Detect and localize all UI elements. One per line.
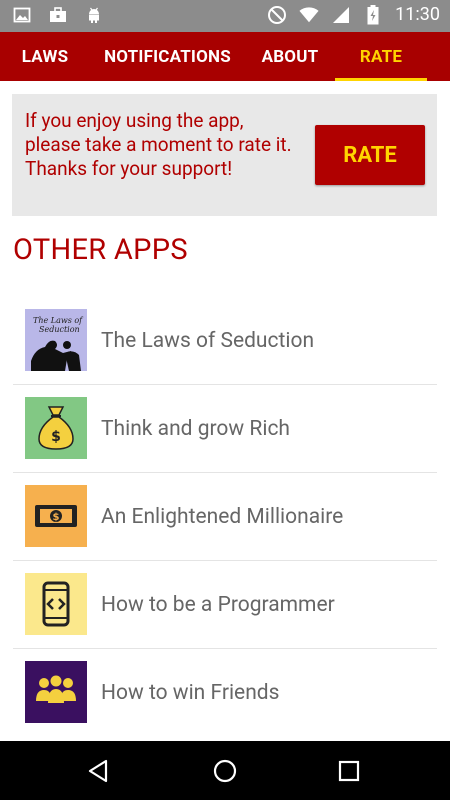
wifi-icon [299,5,319,25]
rate-message-line1: If you enjoy using the app, please take … [25,109,292,156]
other-apps-title: OTHER APPS [13,233,188,267]
status-time: 11:30 [395,4,440,25]
status-right-icons: 11:30 [267,4,440,25]
back-button[interactable] [69,741,129,800]
svg-text:$: $ [51,429,61,445]
home-button[interactable] [195,741,255,800]
rate-message-line2: Thanks for your support! [25,157,233,180]
home-icon [213,759,237,782]
svg-text:The Laws of: The Laws of [33,316,84,325]
list-item[interactable]: $ Think and grow Rich [13,385,437,473]
other-apps-list: The Laws of Seduction The Laws of Seduct… [13,297,437,737]
tab-rate[interactable]: RATE [335,32,427,81]
back-icon [88,759,108,782]
rate-message: If you enjoy using the app, please take … [25,109,300,181]
tab-about[interactable]: ABOUT [245,32,335,81]
status-bar: 11:30 [0,0,450,32]
rate-button[interactable]: RATE [315,125,425,185]
code-phone-icon [25,573,87,635]
app-name: How to win Friends [101,681,280,705]
list-item[interactable]: $ An Enlightened Millionaire [13,473,437,561]
android-icon [84,5,104,25]
list-item[interactable]: How to be a Programmer [13,561,437,649]
image-icon [12,5,32,25]
app-name: The Laws of Seduction [101,329,315,353]
laws-of-seduction-icon: The Laws of Seduction [25,309,87,371]
banknote-icon: $ [25,485,87,547]
svg-text:Seduction: Seduction [39,325,80,334]
recents-icon [338,760,360,781]
app-name: An Enlightened Millionaire [101,505,344,529]
app-name: How to be a Programmer [101,593,335,617]
recents-button[interactable] [319,741,379,800]
tab-notifications[interactable]: NOTIFICATIONS [90,32,245,81]
list-item[interactable]: The Laws of Seduction The Laws of Seduct… [13,297,437,385]
people-group-icon [25,661,87,723]
list-item[interactable]: How to win Friends [13,649,437,737]
briefcase-icon [48,5,68,25]
status-left-icons [12,5,104,25]
navigation-bar [0,741,450,800]
tab-laws[interactable]: LAWS [0,32,90,81]
rate-card: If you enjoy using the app, please take … [12,94,437,216]
signal-icon [331,5,351,25]
money-bag-icon: $ [25,397,87,459]
do-not-disturb-icon [267,5,287,25]
app-name: Think and grow Rich [101,417,290,441]
battery-icon [363,4,383,25]
svg-text:$: $ [53,512,60,523]
tab-bar: LAWS NOTIFICATIONS ABOUT RATE [0,32,450,81]
